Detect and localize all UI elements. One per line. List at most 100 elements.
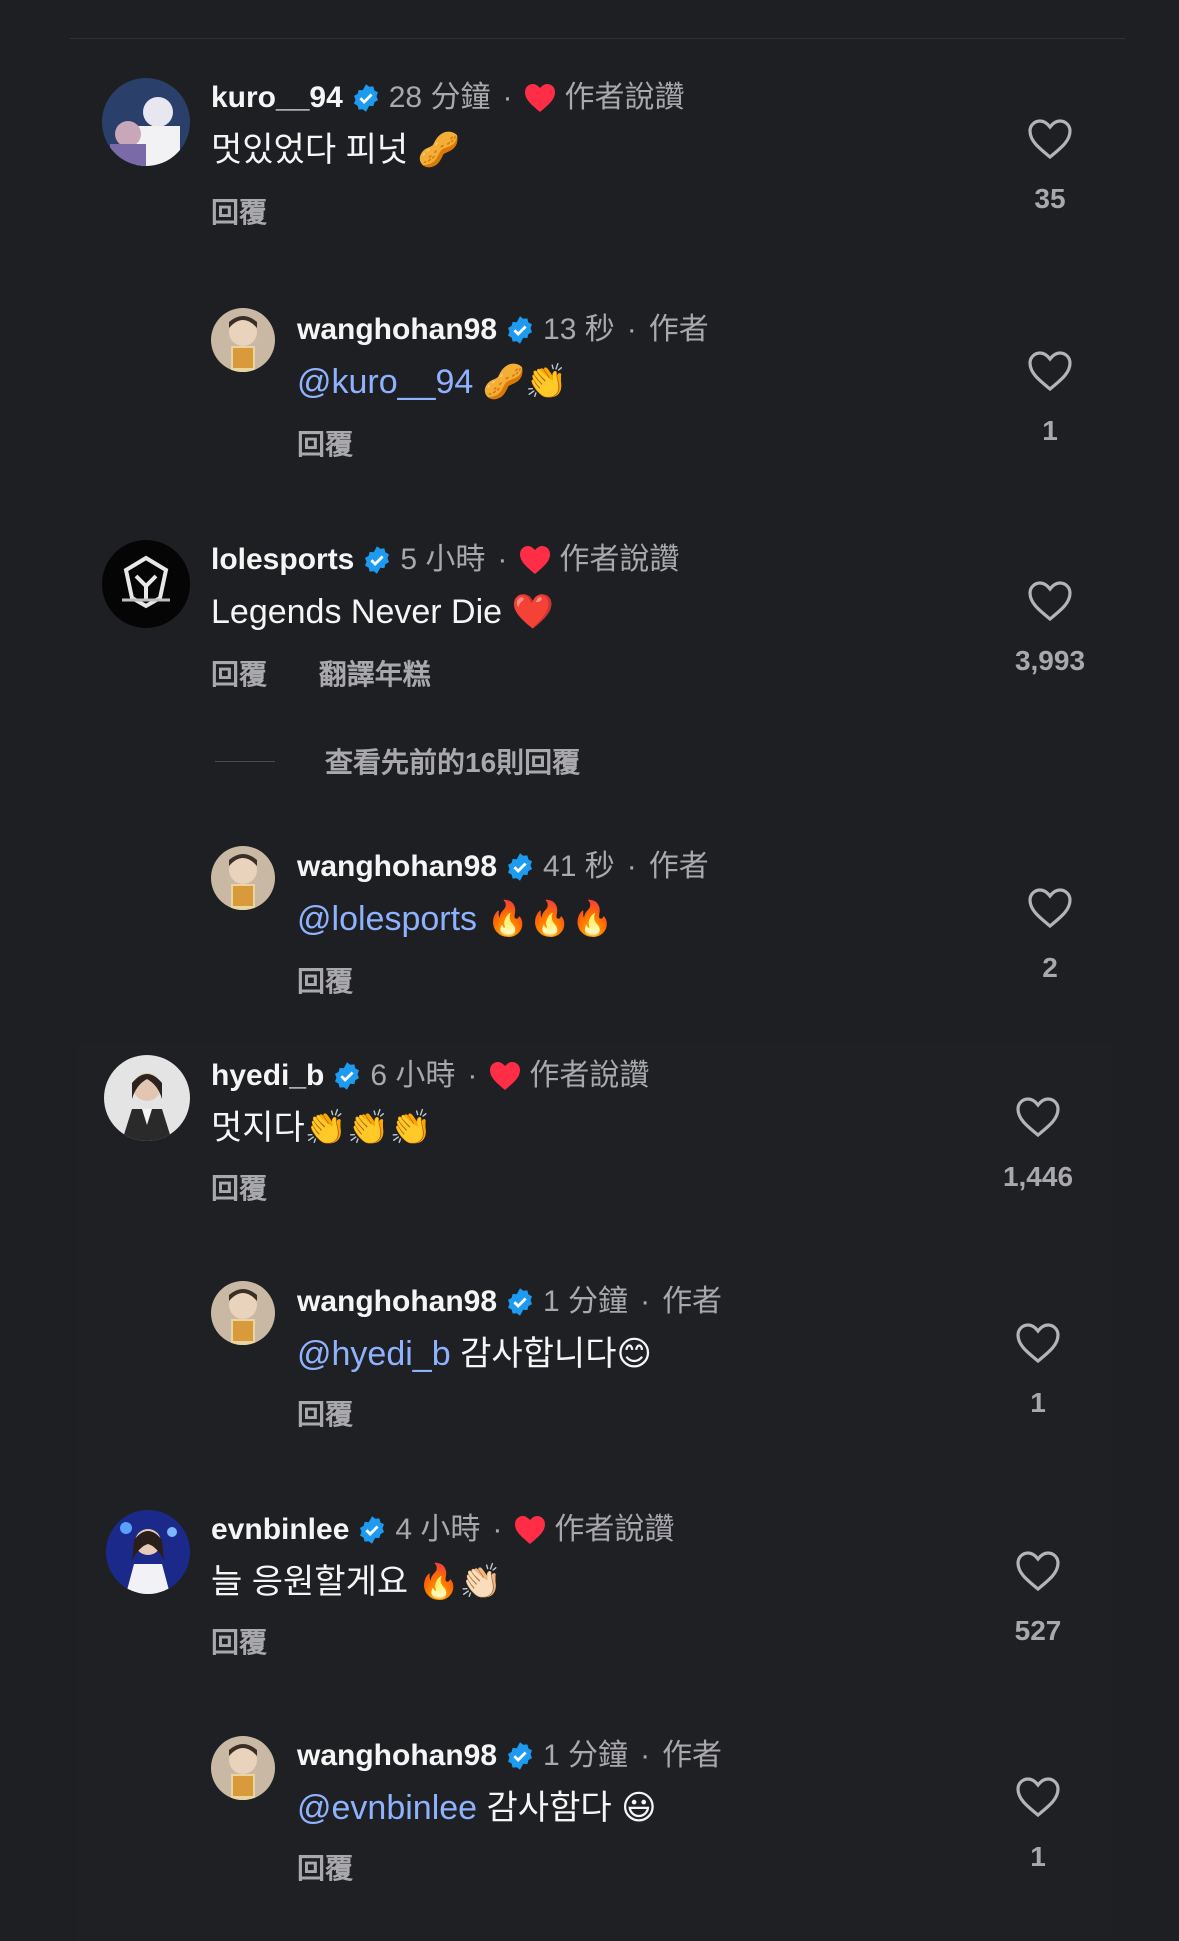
mention-link[interactable]: @hyedi_b — [297, 1335, 451, 1373]
reply-button[interactable]: 回覆 — [211, 197, 267, 228]
fire-clap-emoji: 🔥👏🏻 — [417, 1562, 503, 1602]
comment-text: 늘 응원할게요 — [211, 1563, 409, 1601]
timestamp: 28 分鐘 — [388, 81, 491, 114]
timestamp: 1 分鐘 — [543, 1739, 629, 1772]
like-count: 1 — [1042, 415, 1058, 446]
red-heart-icon — [489, 1061, 521, 1091]
like-count: 1 — [1030, 1387, 1046, 1418]
view-previous-replies-label: 查看先前的16則回覆 — [325, 747, 581, 778]
verified-badge-icon — [505, 852, 535, 882]
red-heart-icon — [514, 1515, 546, 1545]
comments-screen: kuro__94 28 分鐘 · 作者說讚 멋있었다 피넛 🥜 回覆 35 wa… — [0, 0, 1179, 1941]
username[interactable]: kuro__94 — [211, 80, 343, 116]
view-previous-replies[interactable]: 查看先前的16則回覆 — [215, 741, 580, 781]
avatar[interactable] — [211, 846, 275, 910]
heart-outline-icon[interactable] — [1027, 350, 1073, 392]
avatar[interactable] — [102, 78, 190, 166]
separator-dot: · — [492, 1513, 503, 1546]
verified-badge-icon — [332, 1061, 362, 1091]
grin-emoji: 😃 — [621, 1788, 657, 1828]
reply-button[interactable]: 回覆 — [297, 1853, 353, 1884]
reply-button[interactable]: 回覆 — [297, 429, 353, 460]
username[interactable]: wanghohan98 — [297, 1738, 497, 1774]
reply-button[interactable]: 回覆 — [297, 1399, 353, 1430]
timestamp: 5 小時 — [400, 543, 486, 576]
separator-dot: · — [467, 1059, 478, 1092]
verified-badge-icon — [357, 1515, 387, 1545]
top-divider — [70, 38, 1125, 39]
avatar[interactable] — [211, 1281, 275, 1345]
emoji: 🥜👏 — [482, 362, 568, 402]
separator-dot: · — [640, 1285, 651, 1318]
comment-text: 멋지다 — [211, 1109, 305, 1147]
fire-emoji: 🔥🔥🔥 — [486, 899, 614, 939]
like-count: 35 — [1034, 183, 1066, 214]
author-liked-label: 作者說讚 — [554, 1513, 675, 1546]
like-count: 2 — [1042, 952, 1058, 983]
username[interactable]: evnbinlee — [211, 1512, 349, 1548]
like-count: 527 — [1014, 1615, 1062, 1646]
username[interactable]: wanghohan98 — [297, 849, 497, 885]
heart-outline-icon[interactable] — [1015, 1322, 1061, 1364]
heart-outline-icon[interactable] — [1015, 1096, 1061, 1138]
author-label: 作者 — [648, 313, 709, 346]
avatar[interactable] — [102, 540, 190, 628]
separator-dot: · — [640, 1739, 651, 1772]
username[interactable]: hyedi_b — [211, 1058, 324, 1094]
verified-badge-icon — [351, 83, 381, 113]
comment-text: Legends Never Die — [211, 593, 503, 631]
author-label: 作者 — [648, 850, 709, 883]
heart-outline-icon[interactable] — [1015, 1776, 1061, 1818]
timestamp: 6 小時 — [370, 1059, 456, 1092]
heart-outline-icon[interactable] — [1027, 118, 1073, 160]
author-label: 作者 — [662, 1739, 723, 1772]
heart-outline-icon[interactable] — [1027, 887, 1073, 929]
red-heart-icon — [524, 83, 556, 113]
comment-text: 멋있었다 피넛 — [211, 131, 409, 169]
heart-outline-icon[interactable] — [1015, 1550, 1061, 1592]
replies-divider-line — [215, 760, 275, 762]
author-label: 作者 — [662, 1285, 723, 1318]
avatar[interactable] — [104, 1055, 190, 1141]
verified-badge-icon — [505, 315, 535, 345]
timestamp: 4 小時 — [395, 1513, 481, 1546]
author-liked-label: 作者說讚 — [564, 81, 685, 114]
comment-text: 감사합니다 — [460, 1335, 617, 1373]
verified-badge-icon — [362, 545, 392, 575]
avatar[interactable] — [106, 1510, 190, 1594]
like-count: 1 — [1030, 1841, 1046, 1872]
separator-dot: · — [626, 850, 637, 883]
reply-button[interactable]: 回覆 — [297, 966, 353, 997]
mention-link[interactable]: @evnbinlee — [297, 1789, 477, 1827]
separator-dot: · — [502, 81, 513, 114]
username[interactable]: wanghohan98 — [297, 1284, 497, 1320]
mention-link[interactable]: @lolesports — [297, 900, 477, 938]
avatar[interactable] — [211, 308, 275, 372]
separator-dot: · — [626, 313, 637, 346]
separator-dot: · — [497, 543, 508, 576]
red-heart-icon — [519, 545, 551, 575]
clap-emoji: 👏👏👏 — [304, 1108, 432, 1148]
author-liked-label: 作者說讚 — [529, 1059, 650, 1092]
heart-emoji: ❤️ — [511, 592, 554, 632]
mention-link[interactable]: @kuro__94 — [297, 363, 473, 401]
translate-button[interactable]: 翻譯年糕 — [319, 659, 431, 690]
smile-emoji: 😊 — [616, 1334, 652, 1374]
verified-badge-icon — [505, 1741, 535, 1771]
timestamp: 13 秒 — [543, 313, 615, 346]
like-count: 1,446 — [1002, 1161, 1074, 1192]
username[interactable]: wanghohan98 — [297, 312, 497, 348]
peanut-emoji: 🥜 — [417, 130, 460, 170]
comment-text: 감사함다 — [486, 1789, 612, 1827]
avatar[interactable] — [211, 1736, 275, 1800]
reply-button[interactable]: 回覆 — [211, 659, 267, 690]
author-liked-label: 作者說讚 — [559, 543, 680, 576]
reply-button[interactable]: 回覆 — [211, 1173, 267, 1204]
reply-button[interactable]: 回覆 — [211, 1627, 267, 1658]
username[interactable]: lolesports — [211, 542, 354, 578]
like-count: 3,993 — [1014, 645, 1086, 676]
verified-badge-icon — [505, 1287, 535, 1317]
heart-outline-icon[interactable] — [1027, 580, 1073, 622]
timestamp: 1 分鐘 — [543, 1285, 629, 1318]
timestamp: 41 秒 — [543, 850, 615, 883]
